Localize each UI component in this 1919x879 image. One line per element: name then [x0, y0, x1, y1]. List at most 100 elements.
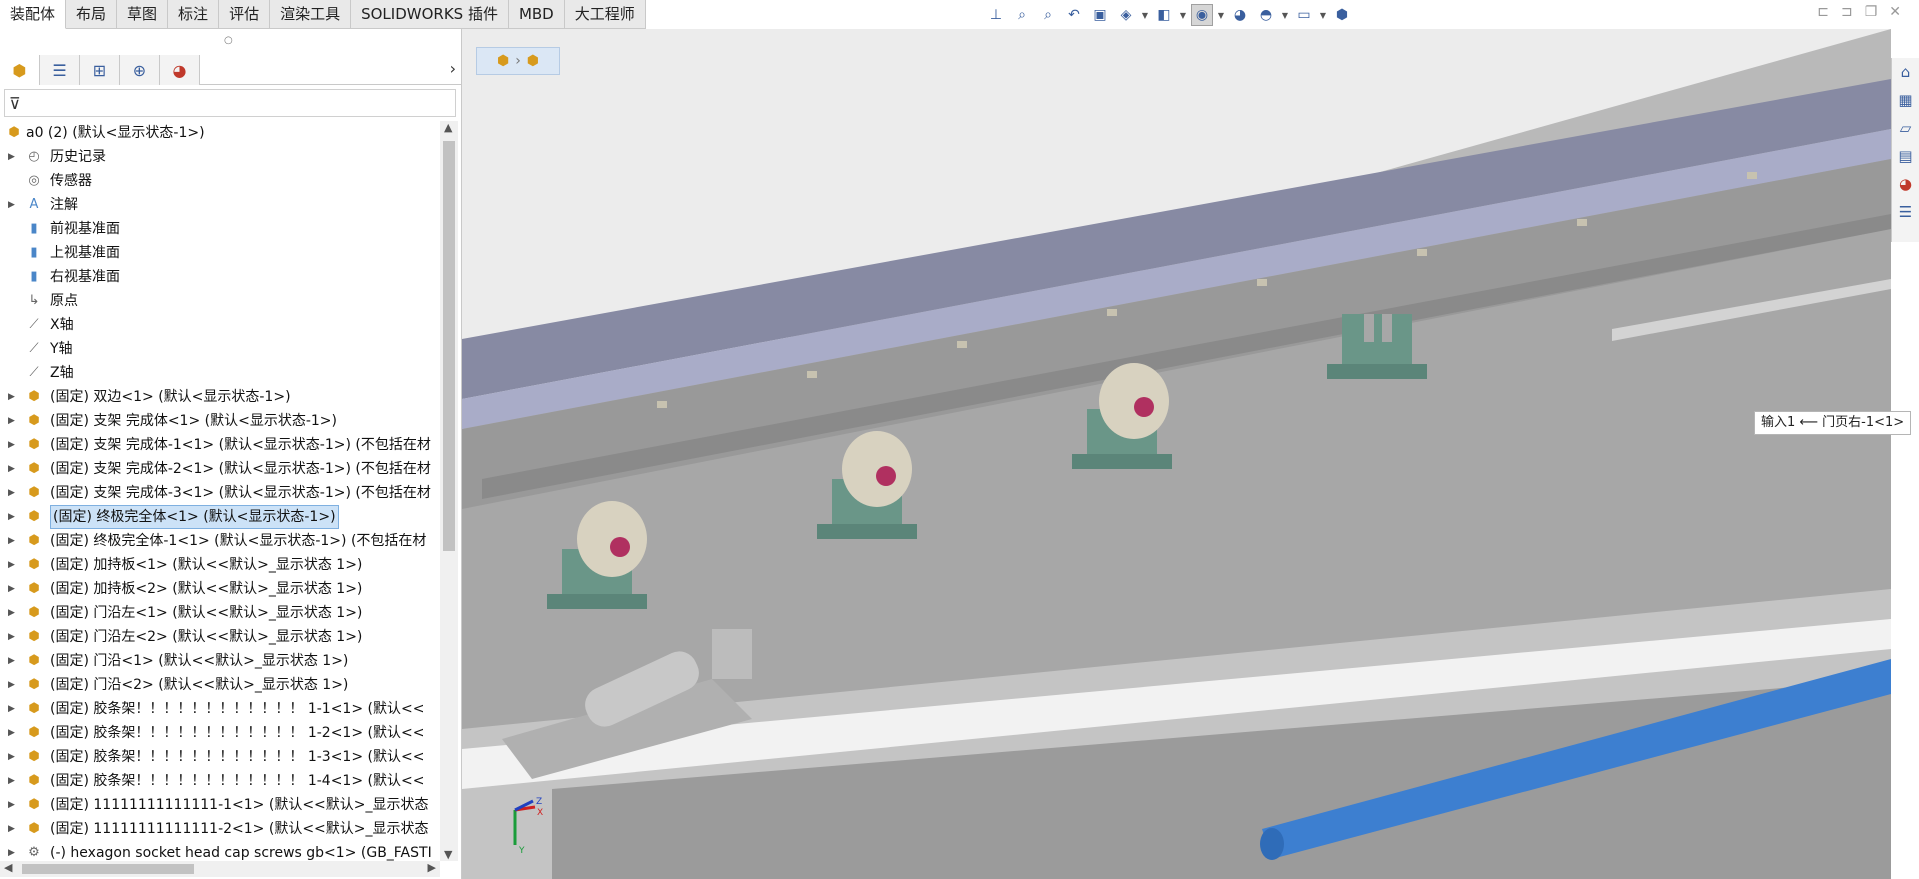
tree-node[interactable]: ▶ ⬢ (固定) 胶条架！！！！！！！！！！！！ 1-3<1> (默认<< [0, 745, 440, 769]
tree-node[interactable]: ▶ ⬢ (固定) 胶条架！！！！！！！！！！！！ 1-2<1> (默认<< [0, 721, 440, 745]
display-style-icon[interactable]: ⬢ [1331, 4, 1353, 26]
scroll-up-icon[interactable]: ▲ [444, 121, 452, 134]
tree-node[interactable]: ▶ ⬢ (固定) 支架 完成体-3<1> (默认<显示状态-1>) (不包括在材 [0, 481, 440, 505]
tree-node[interactable]: ▶ ⬢ (固定) 支架 完成体-2<1> (默认<显示状态-1>) (不包括在材 [0, 457, 440, 481]
close-window-icon[interactable]: ✕ [1889, 4, 1901, 20]
tab-engineer[interactable]: 大工程师 [564, 0, 646, 29]
appearances-icon[interactable]: ◕ [1894, 170, 1918, 198]
expand-arrow-icon[interactable]: ▶ [8, 409, 18, 433]
expand-arrow-icon[interactable]: ▶ [8, 385, 18, 409]
tree-node[interactable]: ▮ 前视基准面 [0, 217, 440, 241]
tree-node[interactable]: ▶ ⬢ (固定) 加持板<1> (默认<<默认>_显示状态 1>) [0, 553, 440, 577]
feature-manager-tab-icon[interactable]: ⬢ [0, 55, 40, 85]
scroll-down-icon[interactable]: ▼ [444, 848, 452, 861]
expand-arrow-icon[interactable]: ▶ [8, 193, 18, 217]
expand-arrow-icon[interactable]: ▶ [8, 817, 18, 841]
expand-arrow-icon[interactable]: ▶ [8, 745, 18, 769]
expand-arrow-icon[interactable]: ▶ [8, 601, 18, 625]
subassembly-icon[interactable]: ⬢ [527, 53, 539, 69]
expand-arrow-icon[interactable]: ▶ [8, 841, 18, 861]
tree-node[interactable]: ▶ A 注解 [0, 193, 440, 217]
zoom-to-fit-icon[interactable]: ⌕ [1011, 4, 1033, 26]
tree-filter[interactable]: ⊽ [4, 89, 456, 117]
scroll-thumb[interactable] [443, 141, 455, 551]
expand-arrow-icon[interactable]: ▶ [8, 793, 18, 817]
expand-arrow-icon[interactable]: ▶ [8, 769, 18, 793]
apply-scene-icon[interactable]: ◓ [1255, 4, 1277, 26]
configuration-manager-tab-icon[interactable]: ⊞ [80, 55, 120, 85]
chevron-down-icon[interactable]: ▼ [1217, 11, 1225, 20]
tree-node[interactable]: ▶ ⬢ (固定) 门沿<2> (默认<<默认>_显示状态 1>) [0, 673, 440, 697]
view-settings-icon[interactable]: ▭ [1293, 4, 1315, 26]
tree-node[interactable]: ▶ ⬢ (固定) 双边<1> (默认<显示状态-1>) [0, 385, 440, 409]
display-manager-tab-icon[interactable]: ◕ [160, 55, 200, 85]
tab-solidworks-addins[interactable]: SOLIDWORKS 插件 [351, 0, 509, 29]
filter-icon[interactable]: ⊽ [9, 94, 21, 113]
tree-node[interactable]: ⟋ X轴 [0, 313, 440, 337]
tree-node[interactable]: ▶ ⬢ (固定) 门沿左<2> (默认<<默认>_显示状态 1>) [0, 625, 440, 649]
graphics-area[interactable] [462, 29, 1891, 879]
zoom-to-area-icon[interactable]: ⌕ [1037, 4, 1059, 26]
chevron-down-icon[interactable]: ▼ [1319, 11, 1327, 20]
expand-arrow-icon[interactable]: ▶ [8, 433, 18, 457]
assembly-icon[interactable]: ⬢ [497, 53, 509, 69]
expand-arrow-icon[interactable]: ▶ [8, 721, 18, 745]
tab-assembly[interactable]: 装配体 [0, 0, 67, 29]
tree-node[interactable]: ▮ 上视基准面 [0, 241, 440, 265]
tab-layout[interactable]: 布局 [66, 0, 118, 29]
tree-vertical-scrollbar[interactable]: ▲ ▼ [440, 121, 458, 861]
design-library-icon[interactable]: ▦ [1894, 86, 1918, 114]
scroll-right-icon[interactable]: ▶ [428, 861, 436, 874]
tree-node[interactable]: ↳ 原点 [0, 289, 440, 313]
tree-node[interactable]: ▶ ⬢ (固定) 门沿<1> (默认<<默认>_显示状态 1>) [0, 649, 440, 673]
tree-node[interactable]: ▶ ⬢ (固定) 11111111111111-1<1> (默认<<默认>_显示状态 [0, 793, 440, 817]
chevron-right-icon[interactable]: › [450, 59, 456, 78]
tab-mbd[interactable]: MBD [508, 0, 565, 29]
chevron-down-icon[interactable]: ▼ [1179, 11, 1187, 20]
scroll-left-icon[interactable]: ◀ [4, 861, 12, 874]
tree-horizontal-scrollbar[interactable]: ◀ ▶ [0, 861, 440, 877]
tab-markup[interactable]: 标注 [168, 0, 220, 29]
breadcrumb[interactable]: ⬢ › ⬢ [476, 47, 560, 75]
file-explorer-icon[interactable]: ▱ [1894, 114, 1918, 142]
tile-left-icon[interactable]: ⊏ [1817, 4, 1829, 20]
tab-sketch[interactable]: 草图 [117, 0, 169, 29]
restore-window-icon[interactable]: ❐ [1865, 4, 1878, 20]
tree-node[interactable]: ▶ ⬢ (固定) 门沿左<1> (默认<<默认>_显示状态 1>) [0, 601, 440, 625]
custom-properties-icon[interactable]: ☰ [1894, 198, 1918, 226]
tree-node[interactable]: ▶ ⬢ (固定) 支架 完成体-1<1> (默认<显示状态-1>) (不包括在材 [0, 433, 440, 457]
chevron-down-icon[interactable]: ▼ [1281, 11, 1289, 20]
expand-arrow-icon[interactable]: ▶ [8, 145, 18, 169]
expand-arrow-icon[interactable]: ▶ [8, 673, 18, 697]
tree-node[interactable]: ▶ ◴ 历史记录 [0, 145, 440, 169]
expand-arrow-icon[interactable]: ▶ [8, 553, 18, 577]
tree-node[interactable]: ◎ 传感器 [0, 169, 440, 193]
home-icon[interactable]: ⌂ [1894, 58, 1918, 86]
expand-arrow-icon[interactable]: ▶ [8, 649, 18, 673]
tree-node[interactable]: ▮ 右视基准面 [0, 265, 440, 289]
section-view-icon[interactable]: ▣ [1089, 4, 1111, 26]
tree-node[interactable]: ▶ ⬢ (固定) 终极完全体<1> (默认<显示状态-1>) [0, 505, 440, 529]
tree-node[interactable]: ▶ ⬢ (固定) 胶条架！！！！！！！！！！！！ 1-4<1> (默认<< [0, 769, 440, 793]
chevron-down-icon[interactable]: ▼ [1141, 11, 1149, 20]
tab-render-tools[interactable]: 渲染工具 [270, 0, 352, 29]
panel-grip-icon[interactable]: ○ [224, 35, 233, 46]
tree-node[interactable]: ⟋ Y轴 [0, 337, 440, 361]
edit-appearance-icon[interactable]: ◕ [1229, 4, 1251, 26]
tab-evaluate[interactable]: 评估 [219, 0, 271, 29]
expand-arrow-icon[interactable]: ▶ [8, 481, 18, 505]
scroll-thumb[interactable] [22, 864, 194, 874]
expand-arrow-icon[interactable]: ▶ [8, 697, 18, 721]
expand-arrow-icon[interactable]: ▶ [8, 577, 18, 601]
tree-node[interactable]: ▶ ⬢ (固定) 支架 完成体<1> (默认<显示状态-1>) [0, 409, 440, 433]
previous-view-icon[interactable]: ↶ [1063, 4, 1085, 26]
tree-node[interactable]: ▶ ⬢ (固定) 胶条架！！！！！！！！！！！！ 1-1<1> (默认<< [0, 697, 440, 721]
expand-arrow-icon[interactable]: ▶ [8, 505, 18, 529]
dimxpert-manager-tab-icon[interactable]: ⊕ [120, 55, 160, 85]
tree-node[interactable]: ▶ ⚙ (-) hexagon socket head cap screws gb<… [0, 841, 440, 861]
tree-node[interactable]: ▶ ⬢ (固定) 加持板<2> (默认<<默认>_显示状态 1>) [0, 577, 440, 601]
view-palette-icon[interactable]: ▤ [1894, 142, 1918, 170]
expand-arrow-icon[interactable]: ▶ [8, 529, 18, 553]
expand-arrow-icon[interactable]: ▶ [8, 625, 18, 649]
tree-node[interactable]: ⟋ Z轴 [0, 361, 440, 385]
